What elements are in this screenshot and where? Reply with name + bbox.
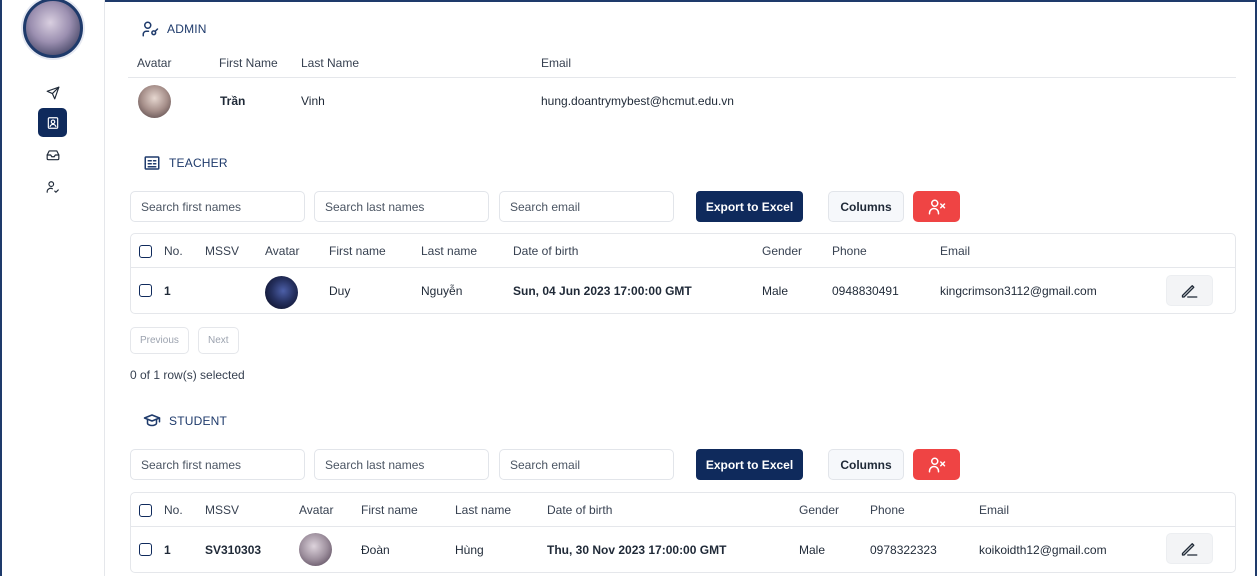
teacher-section-title: TEACHER <box>143 154 228 172</box>
student-col-mssv: MSSV <box>205 503 240 517</box>
teacher-col-mssv: MSSV <box>205 244 240 258</box>
user-remove-icon <box>928 457 945 472</box>
row-phone: 0948830491 <box>832 284 899 298</box>
row-gender: Male <box>762 284 789 298</box>
teacher-search-email[interactable] <box>499 191 674 222</box>
sidebar <box>2 0 105 576</box>
row-mssv: SV310303 <box>205 543 262 557</box>
row-first-name: Đoàn <box>361 543 390 557</box>
student-search-first-name[interactable] <box>130 449 305 480</box>
student-col-first-name: First name <box>361 503 418 517</box>
student-title: STUDENT <box>169 414 228 428</box>
row-checkbox[interactable] <box>139 543 152 556</box>
admin-col-email: Email <box>541 56 572 70</box>
student-col-no: No. <box>164 503 183 517</box>
teacher-col-dob: Date of birth <box>513 244 579 258</box>
teacher-search-last-name[interactable] <box>314 191 489 222</box>
contact-card-icon <box>47 116 58 129</box>
teacher-search-first-name[interactable] <box>130 191 305 222</box>
nav-users[interactable] <box>38 172 67 201</box>
teacher-col-no: No. <box>164 244 183 258</box>
student-col-email: Email <box>979 503 1010 517</box>
nav-send[interactable] <box>38 78 67 107</box>
student-select-all-checkbox[interactable] <box>139 504 152 517</box>
row-phone: 0978322323 <box>870 543 937 557</box>
teacher-col-first-name: First name <box>329 244 386 258</box>
row-last-name: Hùng <box>455 543 484 557</box>
teacher-export-button[interactable]: Export to Excel <box>696 191 803 222</box>
teacher-next-button[interactable]: Next <box>198 327 239 354</box>
admin-col-first-name: First Name <box>219 56 278 70</box>
send-icon <box>46 86 59 99</box>
student-search-email[interactable] <box>499 449 674 480</box>
avatar <box>299 533 332 566</box>
student-col-phone: Phone <box>870 503 905 517</box>
nav-contacts[interactable] <box>38 108 67 137</box>
table-row: 1 Duy Nguyễn Sun, 04 Jun 2023 17:00:00 G… <box>131 268 1235 313</box>
teacher-table: No. MSSV Avatar First name Last name Dat… <box>130 233 1236 314</box>
row-email: koikoidth12@gmail.com <box>979 543 1107 557</box>
admin-last-name: Vinh <box>301 94 325 108</box>
table-row: 1 SV310303 Đoàn Hùng Thu, 30 Nov 2023 17… <box>131 527 1235 572</box>
profile-avatar[interactable] <box>23 0 83 58</box>
admin-email: hung.doantrymybest@hcmut.edu.vn <box>541 94 734 108</box>
student-table-header: No. MSSV Avatar First name Last name Dat… <box>131 493 1235 527</box>
row-last-name: Nguyễn <box>421 284 463 298</box>
row-no: 1 <box>164 543 171 557</box>
pencil-icon <box>1181 284 1197 298</box>
admin-col-last-name: Last Name <box>301 56 360 70</box>
teacher-remove-user-button[interactable] <box>913 191 960 222</box>
avatar <box>265 276 298 309</box>
user-remove-icon <box>928 199 945 214</box>
admin-section-title: ADMIN <box>141 20 207 38</box>
student-columns-button[interactable]: Columns <box>828 449 904 480</box>
admin-first-name: Trần <box>220 94 246 108</box>
teacher-title: TEACHER <box>169 156 228 170</box>
avatar <box>138 85 171 118</box>
admin-col-avatar: Avatar <box>137 56 172 70</box>
teacher-col-last-name: Last name <box>421 244 478 258</box>
nav-inbox[interactable] <box>38 140 67 169</box>
teacher-selection-status: 0 of 1 row(s) selected <box>130 368 245 382</box>
admin-table-header: Avatar First Name Last Name Email <box>128 50 1236 78</box>
teacher-col-gender: Gender <box>762 244 803 258</box>
teacher-col-email: Email <box>940 244 971 258</box>
admin-row: Trần Vinh hung.doantrymybest@hcmut.edu.v… <box>128 80 1236 122</box>
pencil-icon <box>1181 542 1197 556</box>
student-export-button[interactable]: Export to Excel <box>696 449 803 480</box>
row-no: 1 <box>164 284 171 298</box>
student-col-dob: Date of birth <box>547 503 613 517</box>
student-col-last-name: Last name <box>455 503 512 517</box>
teacher-table-header: No. MSSV Avatar First name Last name Dat… <box>131 234 1235 268</box>
row-first-name: Duy <box>329 284 351 298</box>
row-checkbox[interactable] <box>139 284 152 297</box>
teacher-select-all-checkbox[interactable] <box>139 245 152 258</box>
student-col-gender: Gender <box>799 503 840 517</box>
student-search-last-name[interactable] <box>314 449 489 480</box>
teacher-col-avatar: Avatar <box>265 244 300 258</box>
teacher-col-phone: Phone <box>832 244 867 258</box>
teacher-columns-button[interactable]: Columns <box>828 191 904 222</box>
edit-button[interactable] <box>1166 275 1213 306</box>
student-col-avatar: Avatar <box>299 503 334 517</box>
inbox-icon <box>46 149 59 160</box>
edit-button[interactable] <box>1166 533 1213 564</box>
id-card-icon <box>144 156 160 170</box>
user-check-icon <box>46 180 59 193</box>
admin-title: ADMIN <box>167 22 207 36</box>
student-table: No. MSSV Avatar First name Last name Dat… <box>130 492 1236 573</box>
student-toolbar: Export to Excel Columns <box>130 449 990 480</box>
row-gender: Male <box>799 543 826 557</box>
teacher-previous-button[interactable]: Previous <box>130 327 189 354</box>
teacher-toolbar: Export to Excel Columns <box>130 191 990 222</box>
student-section-title: STUDENT <box>143 412 227 430</box>
row-dob: Thu, 30 Nov 2023 17:00:00 GMT <box>547 543 727 557</box>
row-dob: Sun, 04 Jun 2023 17:00:00 GMT <box>513 284 692 298</box>
graduation-cap-icon <box>143 414 161 427</box>
student-remove-user-button[interactable] <box>913 449 960 480</box>
main-content: ADMIN Avatar First Name Last Name Email … <box>105 0 1255 576</box>
row-email: kingcrimson3112@gmail.com <box>940 284 1097 298</box>
user-key-icon <box>142 21 159 37</box>
